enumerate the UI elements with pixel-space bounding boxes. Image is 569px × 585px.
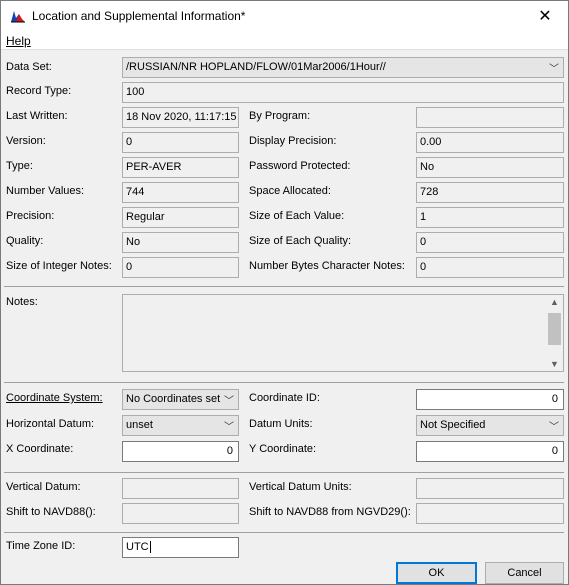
vertical-datum-label: Vertical Datum: <box>6 481 81 493</box>
precision-label: Precision: <box>6 210 55 222</box>
quality-label: Quality: <box>6 235 44 247</box>
scroll-thumb[interactable] <box>548 313 561 345</box>
coordinate-id-label: Coordinate ID: <box>249 392 320 404</box>
chevron-down-icon: ﹀ <box>549 422 559 433</box>
x-coordinate-label: X Coordinate: <box>6 443 74 455</box>
size-each-value-label: Size of Each Value: <box>249 210 345 222</box>
separator <box>4 286 564 287</box>
vertical-datum-field <box>122 478 239 499</box>
coordinate-id-input[interactable]: 0 <box>416 389 564 410</box>
shift-navd88-ngvd29-field <box>416 503 564 524</box>
record-type-label: Record Type: <box>6 85 72 97</box>
datum-units-label: Datum Units: <box>249 418 313 430</box>
by-program-field <box>416 107 564 128</box>
number-bytes-char-notes-label: Number Bytes Character Notes: <box>249 260 405 272</box>
time-zone-id-label: Time Zone ID: <box>6 540 76 552</box>
window-title: Location and Supplemental Information* <box>32 9 246 23</box>
time-zone-id-input[interactable]: UTC <box>122 537 239 558</box>
cancel-button[interactable]: Cancel <box>485 562 564 584</box>
size-each-value-field: 1 <box>416 207 564 228</box>
version-label: Version: <box>6 135 46 147</box>
chevron-down-icon: ﹀ <box>224 396 234 407</box>
shift-navd88-field <box>122 503 239 524</box>
type-label: Type: <box>6 160 33 172</box>
y-coordinate-label: Y Coordinate: <box>249 443 317 455</box>
datum-units-value: Not Specified <box>420 419 486 431</box>
close-button[interactable]: ✕ <box>522 1 568 31</box>
scroll-down-icon[interactable]: ▼ <box>550 359 559 369</box>
by-program-label: By Program: <box>249 110 311 122</box>
close-icon: ✕ <box>538 8 552 25</box>
password-protected-label: Password Protected: <box>249 160 351 172</box>
horizontal-datum-label: Horizontal Datum: <box>6 418 95 430</box>
notes-scrollbar[interactable]: ▲ ▼ <box>546 295 563 371</box>
display-precision-field: 0.00 <box>416 132 564 153</box>
number-values-field: 744 <box>122 182 239 203</box>
size-integer-notes-label: Size of Integer Notes: <box>6 260 112 272</box>
display-precision-label: Display Precision: <box>249 135 337 147</box>
separator <box>4 532 564 533</box>
y-coordinate-input[interactable]: 0 <box>416 441 564 462</box>
x-coordinate-input[interactable]: 0 <box>122 441 239 462</box>
separator <box>4 472 564 473</box>
vertical-datum-units-label: Vertical Datum Units: <box>249 481 352 493</box>
last-written-field: 18 Nov 2020, 11:17:15 <box>122 107 239 128</box>
app-icon <box>11 11 25 23</box>
chevron-down-icon: ﹀ <box>549 64 559 75</box>
version-field: 0 <box>122 132 239 153</box>
horizontal-datum-combo[interactable]: unset ﹀ <box>122 415 239 436</box>
number-values-label: Number Values: <box>6 185 85 197</box>
coordinate-system-combo[interactable]: No Coordinates set ﹀ <box>122 389 239 410</box>
space-allocated-label: Space Allocated: <box>249 185 331 197</box>
text-caret <box>149 541 151 554</box>
coordinate-system-label: Coordinate System: <box>6 392 103 404</box>
dialog-window: Location and Supplemental Information* ✕… <box>0 0 569 585</box>
title-bar: Location and Supplemental Information* ✕ <box>1 1 568 31</box>
menu-bar: Help <box>1 31 568 50</box>
scroll-up-icon[interactable]: ▲ <box>550 297 559 307</box>
quality-field: No <box>122 232 239 253</box>
separator <box>4 382 564 383</box>
shift-navd88-label: Shift to NAVD88(): <box>6 506 96 518</box>
data-set-value: /RUSSIAN/NR HOPLAND/FLOW/01Mar2006/1Hour… <box>126 61 386 73</box>
number-bytes-char-notes-field: 0 <box>416 257 564 278</box>
size-each-quality-field: 0 <box>416 232 564 253</box>
ok-button[interactable]: OK <box>396 562 477 584</box>
space-allocated-field: 728 <box>416 182 564 203</box>
coordinate-system-value: No Coordinates set <box>126 393 221 405</box>
password-protected-field: No <box>416 157 564 178</box>
time-zone-id-value: UTC <box>126 541 149 553</box>
horizontal-datum-value: unset <box>126 419 153 431</box>
record-type-field: 100 <box>122 82 564 103</box>
precision-field: Regular <box>122 207 239 228</box>
chevron-down-icon: ﹀ <box>224 422 234 433</box>
type-field: PER-AVER <box>122 157 239 178</box>
notes-textarea[interactable]: ▲ ▼ <box>122 294 564 372</box>
menu-help[interactable]: Help <box>6 34 31 48</box>
notes-label: Notes: <box>6 296 38 308</box>
datum-units-combo[interactable]: Not Specified ﹀ <box>416 415 564 436</box>
size-integer-notes-field: 0 <box>122 257 239 278</box>
data-set-label: Data Set: <box>6 61 52 73</box>
data-set-combo[interactable]: /RUSSIAN/NR HOPLAND/FLOW/01Mar2006/1Hour… <box>122 57 564 78</box>
vertical-datum-units-field <box>416 478 564 499</box>
shift-navd88-ngvd29-label: Shift to NAVD88 from NGVD29(): <box>249 506 411 518</box>
last-written-label: Last Written: <box>6 110 68 122</box>
size-each-quality-label: Size of Each Quality: <box>249 235 352 247</box>
